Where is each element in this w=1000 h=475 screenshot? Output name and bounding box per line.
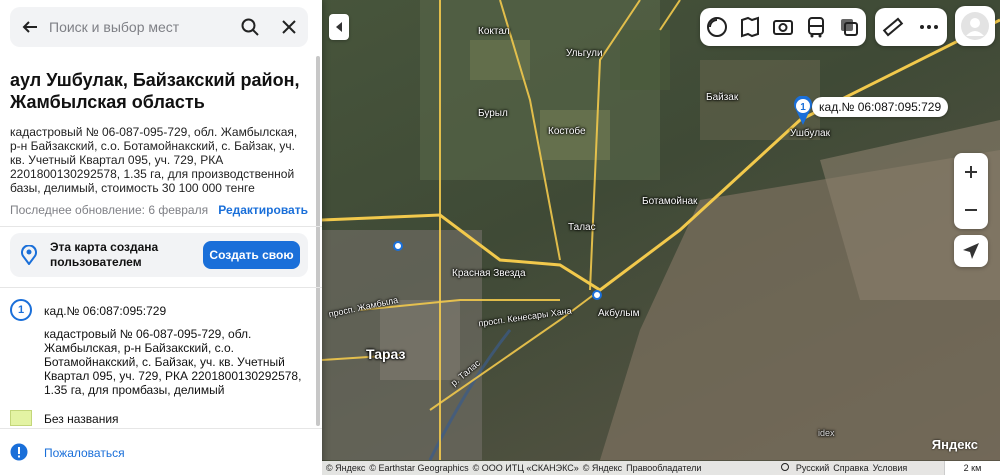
polygon-name: Без названия [44,412,119,426]
attribution-earthstar[interactable]: © Earthstar Geographics [369,463,468,473]
bus-icon [808,17,825,38]
search-icon [241,18,259,36]
map-label-baizak: Байзак [706,92,739,103]
map-label-taraz: Тараз [366,346,406,362]
map-pin-icon [20,244,38,270]
map-label-krasnaya-zvezda: Красная Звезда [452,268,526,279]
close-button[interactable] [269,7,308,47]
point-name: кад.№ 06:087:095:729 [44,304,167,318]
yandex-logo: Яндекс [931,437,978,452]
map-tools-bar [875,8,947,46]
search-bar [10,7,308,47]
map-label-ushbulak: Ушбулак [790,128,830,139]
polygon-color-swatch [10,410,32,426]
point-description: кадастровый № 06-087-095-729, обл. Жамбы… [44,327,302,397]
map-layers-bar [700,8,866,46]
more-dots-icon [920,25,938,29]
last-update-text: Последнее обновление: 6 февраля [10,203,209,217]
map-book-icon [740,16,759,38]
circle-layer-icon [706,17,727,37]
navigation-arrow-icon [963,243,979,259]
complain-link[interactable]: Пожаловаться [44,446,125,460]
user-map-text: Эта карта создана пользователем [50,240,159,269]
user-avatar-button[interactable] [955,6,995,46]
map-label-koktal: Коктал [478,26,510,37]
map-label-ulgili: Ульгули [566,48,603,59]
divider [0,287,322,288]
close-icon [281,20,296,34]
map-label-idex: idex [818,428,835,438]
zoom-in-button[interactable] [954,153,988,191]
layer-transport-button[interactable] [803,14,829,40]
point-number-badge: 1 [10,299,32,321]
layer-photos-button[interactable] [770,14,796,40]
attribution-scanex[interactable]: © ООО ИТЦ «СКАНЭКС» [473,463,579,473]
language-label: Русский [795,463,830,473]
attribution-yandex[interactable]: © Яндекс [326,463,365,473]
attribution-rights-holders[interactable]: Правообладатели [626,463,701,473]
plus-icon [965,166,977,178]
place-title: аул Ушбулак, Байзакский район, Жамбылска… [10,70,300,112]
user-map-banner: Эта карта создана пользователем Создать … [10,233,308,277]
map-label-kostobe: Костобе [548,126,586,137]
sidebar-panel: аул Ушбулак, Байзакский район, Жамбылска… [0,0,322,475]
layer-satellite-button[interactable] [704,14,730,40]
more-button[interactable] [916,14,942,40]
map-label-buryl: Бурыл [478,108,508,119]
language-switch[interactable]: Русский [781,463,829,473]
layers-icon [841,19,859,36]
panel-content: аул Ушбулак, Байзакский район, Жамбылска… [0,55,322,475]
zoom-control [954,153,988,229]
search-input[interactable] [49,7,230,47]
map-attribution: © Яндекс © Earthstar Geographics © ООО И… [322,461,1000,475]
help-link[interactable]: Справка [833,463,868,473]
scale-indicator: 2 км [944,461,1000,475]
divider [0,226,322,227]
terms-link[interactable]: Условия [873,463,908,473]
arrow-left-icon [22,21,37,33]
zoom-out-button[interactable] [954,191,988,229]
back-button[interactable] [10,7,49,47]
user-icon [961,12,989,40]
attribution-yandex-2[interactable]: © Яндекс [583,463,622,473]
chevron-left-icon [336,22,342,32]
edit-link[interactable]: Редактировать [218,203,308,217]
complain-bar[interactable]: Пожаловаться [0,428,322,475]
camera-icon [772,20,793,35]
map-label-botamoinak: Ботамойнак [642,196,698,207]
ruler-button[interactable] [880,14,906,40]
map-label-talas: Талас [568,222,596,233]
geolocation-button[interactable] [954,235,988,267]
globe-icon [781,463,790,471]
create-own-map-button[interactable]: Создать свою [203,241,300,269]
place-description: кадастровый № 06-087-095-729, обл. Жамбы… [10,125,298,195]
search-button[interactable] [230,7,269,47]
map-label-akbulym: Акбулым [598,308,640,319]
layer-stack-button[interactable] [836,14,862,40]
map-pin-number: 1 [800,102,806,113]
minus-icon [965,209,977,211]
map-point-callout[interactable]: кад.№ 06:087:095:729 [812,97,949,117]
layer-panorama-button[interactable] [737,14,763,40]
collapse-panel-button[interactable] [329,14,349,40]
warning-icon [10,443,28,466]
ruler-icon [882,17,904,37]
